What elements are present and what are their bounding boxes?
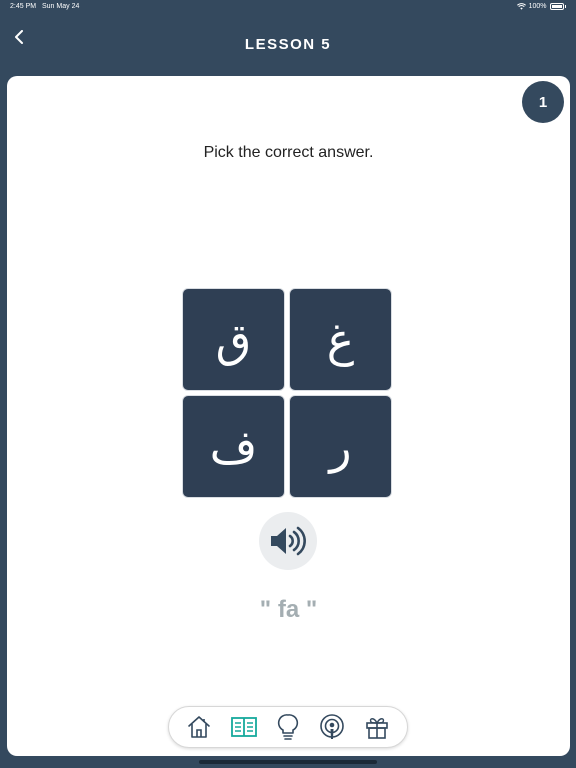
answer-option-label: ق xyxy=(215,312,252,367)
speaker-icon xyxy=(271,526,306,556)
answer-option-qaf[interactable]: ق xyxy=(182,288,285,391)
tab-tips[interactable] xyxy=(272,711,304,743)
answer-option-label: غ xyxy=(326,312,355,367)
tab-podcast[interactable] xyxy=(316,711,348,743)
tab-gifts[interactable] xyxy=(361,711,393,743)
status-date: Sun May 24 xyxy=(42,3,80,10)
home-indicator xyxy=(199,760,377,764)
question-prompt: Pick the correct answer. xyxy=(203,144,374,161)
battery-percent: 100% xyxy=(528,3,547,10)
pronunciation-text: " fa " xyxy=(259,596,318,623)
answer-grid: ق غ ف ر xyxy=(182,288,394,500)
answer-option-label: ر xyxy=(329,419,352,474)
page-title: LESSON 5 xyxy=(244,36,332,53)
battery-icon xyxy=(549,3,564,10)
podcast-icon xyxy=(320,714,345,739)
wifi-icon xyxy=(516,3,526,10)
question-counter-badge: 1 xyxy=(522,81,564,123)
answer-option-ra[interactable]: ر xyxy=(289,395,392,498)
lightbulb-icon xyxy=(277,714,299,740)
tab-lessons[interactable] xyxy=(228,711,260,743)
quiz-card: 1 Pick the correct answer. ق غ ف ر " fa … xyxy=(7,76,570,756)
gift-icon xyxy=(365,718,388,739)
status-time: 2:45 PM xyxy=(10,3,37,10)
status-indicators: 100% xyxy=(516,3,566,10)
play-audio-button[interactable] xyxy=(259,512,317,570)
battery-nub xyxy=(564,5,566,8)
bottom-tab-bar xyxy=(168,706,408,748)
status-bar: 2:45 PM Sun May 24 100% xyxy=(0,0,576,14)
answer-option-ghayn[interactable]: غ xyxy=(289,288,392,391)
answer-option-fa[interactable]: ف xyxy=(182,395,285,498)
home-icon xyxy=(188,716,210,738)
answer-option-label: ف xyxy=(209,419,258,474)
header: LESSON 5 xyxy=(0,14,576,76)
book-icon xyxy=(230,717,257,737)
tab-home[interactable] xyxy=(183,711,215,743)
